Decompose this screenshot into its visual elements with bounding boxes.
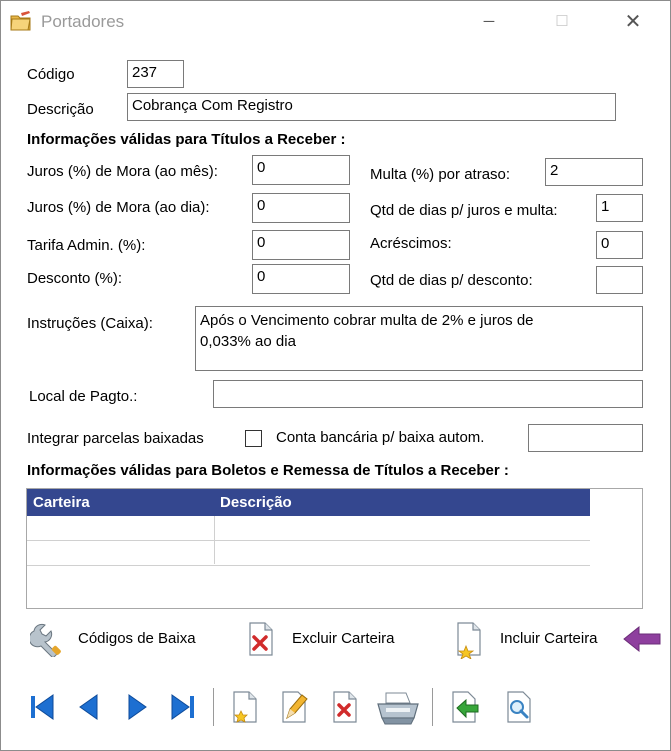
qtd-desconto-input[interactable]: [596, 266, 643, 294]
instrucoes-label: Instruções (Caixa):: [27, 315, 153, 332]
first-record-icon: [31, 694, 54, 720]
new-document-icon: [457, 622, 481, 659]
section-receber-heading: Informações válidas para Títulos a Receb…: [27, 131, 346, 148]
exit-icon: [452, 691, 479, 723]
multa-label: Multa (%) por atraso:: [370, 166, 511, 183]
local-pagto-input[interactable]: [213, 380, 643, 408]
pointer-arrow-icon: [623, 625, 661, 653]
instrucoes-textarea[interactable]: Após o Vencimento cobrar multa de 2% e j…: [195, 306, 643, 371]
window-title: Portadores: [41, 12, 125, 31]
qtd-juros-input[interactable]: 1: [596, 194, 643, 222]
juros-mes-label: Juros (%) de Mora (ao mês):: [27, 163, 218, 180]
desconto-label: Desconto (%):: [27, 270, 123, 287]
juros-mes-input[interactable]: 0: [252, 155, 350, 185]
toolbar-separator: [213, 688, 214, 726]
new-record-icon: [233, 691, 257, 723]
prev-record-icon: [79, 694, 98, 720]
delete-record-button[interactable]: [328, 690, 362, 724]
conta-bancaria-input[interactable]: [528, 424, 643, 452]
column-descricao[interactable]: Descrição: [220, 494, 292, 511]
codigo-input[interactable]: 237: [127, 60, 184, 88]
tarifa-label: Tarifa Admin. (%):: [27, 237, 146, 254]
codigos-baixa-label: Códigos de Baixa: [78, 630, 196, 647]
last-record-button[interactable]: [166, 690, 200, 724]
desconto-input[interactable]: 0: [252, 264, 350, 294]
codigo-label: Código: [27, 66, 75, 83]
excluir-carteira-label: Excluir Carteira: [292, 630, 395, 647]
qtd-desconto-label: Qtd de dias p/ desconto:: [370, 272, 533, 289]
edit-record-button[interactable]: [277, 690, 311, 724]
search-icon: [507, 691, 531, 723]
next-record-icon: [128, 694, 147, 720]
edit-record-icon: [282, 691, 308, 723]
acrescimos-label: Acréscimos:: [370, 235, 452, 252]
wrench-icon: [30, 623, 61, 657]
last-record-icon: [171, 694, 194, 720]
search-button[interactable]: [502, 690, 536, 724]
codigos-baixa-button[interactable]: Códigos de Baixa: [28, 620, 218, 660]
minimize-button[interactable]: ─: [469, 7, 509, 37]
column-carteira[interactable]: Carteira: [33, 494, 90, 511]
delete-record-icon: [333, 691, 357, 723]
descricao-input[interactable]: Cobrança Com Registro: [127, 93, 616, 121]
incluir-carteira-button[interactable]: Incluir Carteira: [452, 620, 622, 660]
section-boletos-heading: Informações válidas para Boletos e Remes…: [27, 462, 509, 479]
excluir-carteira-button[interactable]: Excluir Carteira: [244, 620, 419, 660]
close-button[interactable]: ✕: [613, 7, 653, 37]
juros-dia-input[interactable]: 0: [252, 193, 350, 223]
grid-header: Carteira Descrição: [27, 489, 590, 516]
print-button[interactable]: [374, 690, 422, 725]
descricao-label: Descrição: [27, 101, 94, 118]
conta-bancaria-label: Conta bancária p/ baixa autom.: [276, 429, 485, 446]
new-record-button[interactable]: [228, 690, 262, 724]
first-record-button[interactable]: [25, 690, 59, 724]
exit-button[interactable]: [447, 690, 481, 724]
incluir-carteira-label: Incluir Carteira: [500, 630, 598, 647]
print-icon: [377, 692, 419, 725]
local-pagto-label: Local de Pagto.:: [29, 388, 138, 405]
qtd-juros-label: Qtd de dias p/ juros e multa:: [370, 202, 558, 219]
folder-pencil-icon: [10, 11, 31, 31]
toolbar-separator: [432, 688, 433, 726]
juros-dia-label: Juros (%) de Mora (ao dia):: [27, 199, 210, 216]
integrar-checkbox[interactable]: [245, 430, 262, 447]
acrescimos-input[interactable]: 0: [596, 231, 643, 259]
delete-document-icon: [249, 622, 273, 656]
table-row[interactable]: [27, 540, 590, 541]
prev-record-button[interactable]: [72, 690, 106, 724]
multa-input[interactable]: 2: [545, 158, 643, 186]
maximize-button[interactable]: ☐: [542, 7, 582, 37]
tarifa-input[interactable]: 0: [252, 230, 350, 260]
carteiras-grid[interactable]: Carteira Descrição: [26, 488, 643, 609]
next-record-button[interactable]: [120, 690, 154, 724]
integrar-label: Integrar parcelas baixadas: [27, 430, 204, 447]
title-bar[interactable]: Portadores ─ ☐ ✕: [1, 1, 670, 43]
table-row[interactable]: [27, 565, 590, 566]
